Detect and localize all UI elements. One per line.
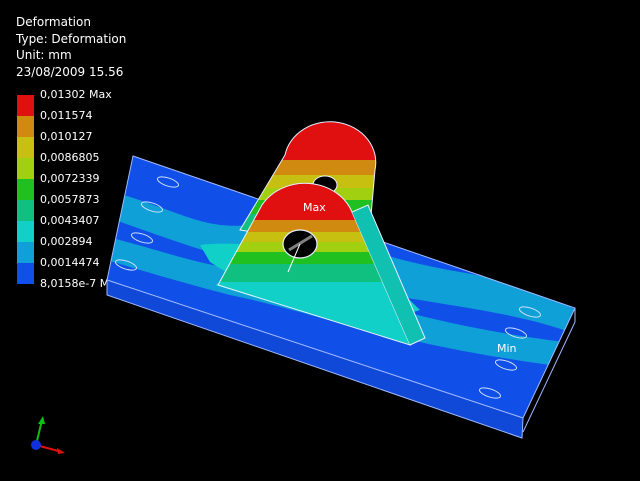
z-axis-icon [31, 440, 41, 450]
x-axis-arrow-icon [57, 448, 65, 454]
result-viewport[interactable]: Deformation Type: Deformation Unit: mm 2… [0, 0, 640, 481]
fea-model[interactable] [0, 0, 640, 481]
axis-triad[interactable] [22, 408, 72, 458]
min-marker-label: Min [497, 342, 517, 355]
y-axis-arrow-icon [38, 416, 45, 424]
max-marker-label: Max [303, 201, 326, 214]
